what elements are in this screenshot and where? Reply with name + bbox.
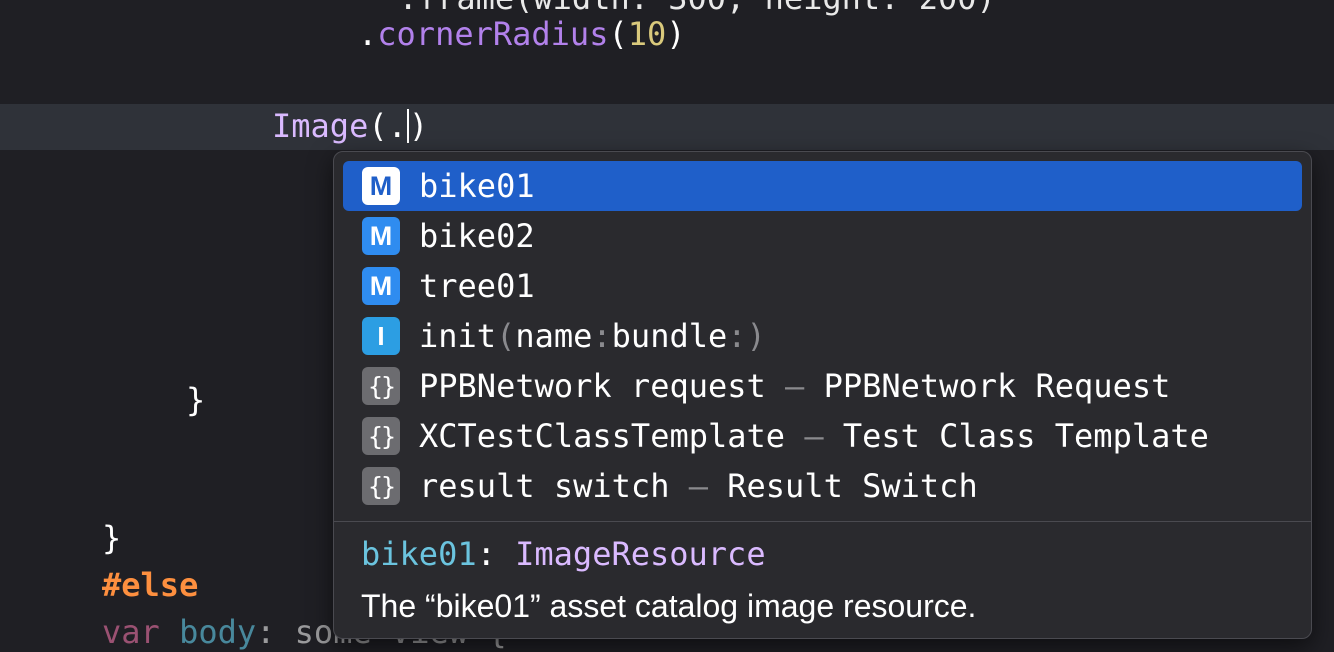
paren-token: ) bbox=[408, 107, 429, 145]
identifier-token: body bbox=[179, 613, 257, 651]
detail-type: ImageResource bbox=[515, 535, 766, 573]
init-paren: ( bbox=[496, 317, 516, 355]
completion-item-init[interactable]: I init(name:bundle:) bbox=[343, 311, 1302, 361]
snippet-title: PPBNetwork Request bbox=[823, 367, 1171, 405]
number-token: 10 bbox=[627, 15, 667, 53]
snippet-shortcut: PPBNetwork request bbox=[419, 367, 766, 405]
keyword-token: var bbox=[102, 613, 160, 651]
paren-token: ) bbox=[666, 15, 686, 53]
snippet-separator: – bbox=[669, 467, 728, 505]
init-param: bundle bbox=[611, 317, 728, 355]
snippet-separator: – bbox=[785, 417, 843, 455]
completion-label: init(name:bundle:) bbox=[419, 317, 766, 355]
completion-item-result-switch[interactable]: {} result switch – Result Switch bbox=[343, 461, 1302, 511]
snippet-shortcut: XCTestClassTemplate bbox=[419, 417, 786, 455]
initializer-kind-icon: I bbox=[362, 317, 400, 355]
snippet-title: Result Switch bbox=[727, 467, 978, 505]
detail-colon: : bbox=[476, 535, 516, 573]
popup-divider bbox=[334, 521, 1311, 522]
snippet-shortcut: result switch bbox=[419, 467, 670, 505]
code-editor[interactable]: .frame(width: 300, height: 200) .cornerR… bbox=[0, 0, 1334, 651]
completion-item-ppbnetwork-request[interactable]: {} PPBNetwork request – PPBNetwork Reque… bbox=[343, 361, 1302, 411]
init-colon: : bbox=[727, 317, 747, 355]
completion-label: PPBNetwork request – PPBNetwork Request bbox=[419, 367, 1170, 405]
detail-name: bike01 bbox=[361, 535, 477, 573]
current-line-highlight bbox=[0, 104, 1334, 150]
type-token: Image bbox=[272, 107, 369, 145]
paren-token: (. bbox=[368, 107, 407, 145]
completion-item-xctest-template[interactable]: {} XCTestClassTemplate – Test Class Temp… bbox=[343, 411, 1302, 461]
method-kind-icon: M bbox=[362, 167, 400, 205]
completion-label: tree01 bbox=[419, 267, 535, 305]
init-name: init bbox=[419, 317, 497, 355]
completion-label: XCTestClassTemplate – Test Class Templat… bbox=[419, 417, 1209, 455]
completion-item-bike02[interactable]: M bike02 bbox=[343, 211, 1302, 261]
init-colon: : bbox=[592, 317, 612, 355]
detail-signature: bike01: ImageResource bbox=[361, 535, 766, 573]
else-directive: #else bbox=[102, 566, 199, 604]
completion-label: result switch – Result Switch bbox=[419, 467, 978, 505]
completion-popup[interactable]: M bike01 M bike02 M tree01 I init(name:b… bbox=[333, 151, 1312, 639]
method-token: cornerRadius bbox=[377, 15, 609, 53]
init-paren: ) bbox=[746, 317, 766, 355]
method-kind-icon: M bbox=[362, 267, 400, 305]
completion-label: bike02 bbox=[419, 217, 535, 255]
snippet-kind-icon: {} bbox=[362, 417, 400, 455]
completion-list[interactable]: M bike01 M bike02 M tree01 I init(name:b… bbox=[343, 161, 1302, 511]
dot-token: . bbox=[358, 15, 378, 53]
method-kind-icon: M bbox=[362, 217, 400, 255]
closing-brace: } bbox=[102, 519, 122, 557]
paren-token: ( bbox=[608, 15, 628, 53]
snippet-kind-icon: {} bbox=[362, 367, 400, 405]
snippet-kind-icon: {} bbox=[362, 467, 400, 505]
snippet-separator: – bbox=[765, 367, 824, 405]
init-param: name bbox=[515, 317, 593, 355]
closing-brace: } bbox=[186, 381, 206, 419]
completion-item-bike01[interactable]: M bike01 bbox=[343, 161, 1302, 211]
code-line-image[interactable]: Image(.) bbox=[272, 106, 428, 146]
completion-item-tree01[interactable]: M tree01 bbox=[343, 261, 1302, 311]
detail-description: The “bike01” asset catalog image resourc… bbox=[361, 588, 977, 624]
code-line-corner-radius: .cornerRadius(10) bbox=[358, 14, 686, 54]
snippet-title: Test Class Template bbox=[842, 417, 1209, 455]
completion-label: bike01 bbox=[419, 167, 535, 205]
